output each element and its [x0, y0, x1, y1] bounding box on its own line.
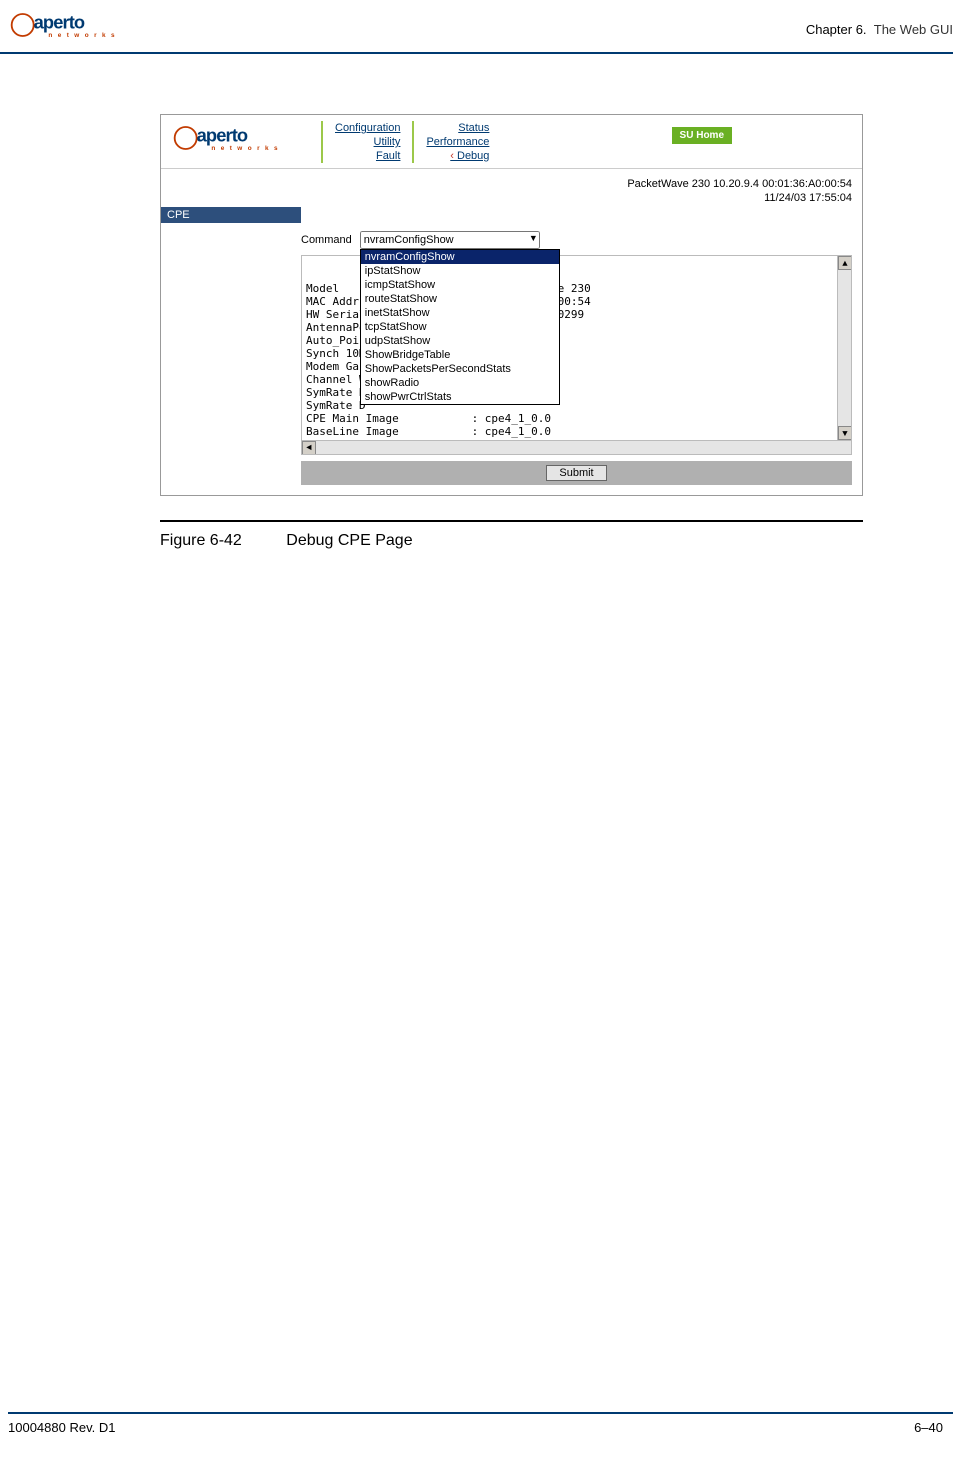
- device-info: PacketWave 230 10.20.9.4 00:01:36:A0:00:…: [161, 169, 862, 205]
- command-row: Command ▼ nvramConfigShow ipStatShow icm…: [161, 223, 862, 253]
- figure-number: Figure 6-42: [160, 532, 242, 549]
- scroll-down-icon[interactable]: ▼: [838, 426, 852, 440]
- nav-configuration[interactable]: Configuration: [335, 121, 400, 135]
- su-home-button[interactable]: SU Home: [672, 127, 732, 144]
- nav-col-1: Configuration Utility Fault: [321, 121, 412, 163]
- svg-text:n e t w o r k s: n e t w o r k s: [211, 145, 279, 152]
- screenshot-container: aperto n e t w o r k s Configuration Uti…: [160, 114, 863, 496]
- figure-caption: Figure 6-42 Debug CPE Page: [160, 528, 863, 550]
- aperto-logo: aperto n e t w o r k s: [8, 8, 118, 42]
- submit-bar: Submit: [301, 461, 852, 485]
- opt-udpstatshow[interactable]: udpStatShow: [361, 334, 559, 348]
- device-info-line1: PacketWave 230 10.20.9.4 00:01:36:A0:00:…: [161, 177, 852, 191]
- figure-rule: [160, 520, 863, 522]
- opt-showradio[interactable]: showRadio: [361, 376, 559, 390]
- opt-inetstatshow[interactable]: inetStatShow: [361, 306, 559, 320]
- opt-routestatshow[interactable]: routeStatShow: [361, 292, 559, 306]
- svg-text:n e t w o r k s: n e t w o r k s: [48, 32, 116, 39]
- nav-debug[interactable]: Debug: [426, 149, 489, 163]
- nav-col-2: Status Performance Debug: [412, 121, 501, 163]
- scroll-up-icon[interactable]: ▲: [838, 256, 852, 270]
- app-logo: aperto n e t w o r k s: [171, 121, 281, 155]
- doc-footer: 10004880 Rev. D1 6–40: [8, 1404, 953, 1435]
- chapter-heading: Chapter 6. The Web GUI: [806, 22, 953, 37]
- footer-page: 6–40: [914, 1420, 943, 1435]
- app-topbar: aperto n e t w o r k s Configuration Uti…: [161, 115, 862, 169]
- opt-icmpstatshow[interactable]: icmpStatShow: [361, 278, 559, 292]
- opt-showbridgetable[interactable]: ShowBridgeTable: [361, 348, 559, 362]
- scroll-left-icon[interactable]: ◄: [302, 441, 316, 455]
- opt-nvramconfigshow[interactable]: nvramConfigShow: [361, 250, 559, 264]
- nav-utility[interactable]: Utility: [335, 135, 400, 149]
- footer-rev: 10004880 Rev. D1: [8, 1420, 115, 1435]
- command-label: Command: [301, 234, 352, 246]
- opt-tcpstatshow[interactable]: tcpStatShow: [361, 320, 559, 334]
- nav-status[interactable]: Status: [426, 121, 489, 135]
- opt-showpacketspersecond[interactable]: ShowPacketsPerSecondStats: [361, 362, 559, 376]
- device-info-line2: 11/24/03 17:55:04: [161, 191, 852, 205]
- svg-text:aperto: aperto: [197, 125, 248, 146]
- opt-ipstatshow[interactable]: ipStatShow: [361, 264, 559, 278]
- doc-header: aperto n e t w o r k s Chapter 6. The We…: [0, 8, 953, 50]
- submit-button[interactable]: Submit: [546, 465, 606, 481]
- command-select[interactable]: [360, 231, 540, 249]
- cpe-section-bar: CPE: [161, 207, 301, 223]
- nav-fault[interactable]: Fault: [335, 149, 400, 163]
- opt-showpwrctrlstats[interactable]: showPwrCtrlStats: [361, 390, 559, 404]
- figure-title: Debug CPE Page: [286, 532, 412, 549]
- svg-text:aperto: aperto: [34, 12, 85, 33]
- chevron-down-icon[interactable]: ▼: [529, 233, 538, 243]
- vertical-scrollbar[interactable]: ▲ ▼: [837, 256, 851, 454]
- command-dropdown-list[interactable]: nvramConfigShow ipStatShow icmpStatShow …: [360, 249, 560, 405]
- nav-columns: Configuration Utility Fault Status Perfo…: [321, 121, 501, 163]
- nav-performance[interactable]: Performance: [426, 135, 489, 149]
- horizontal-scrollbar[interactable]: ◄: [302, 440, 851, 454]
